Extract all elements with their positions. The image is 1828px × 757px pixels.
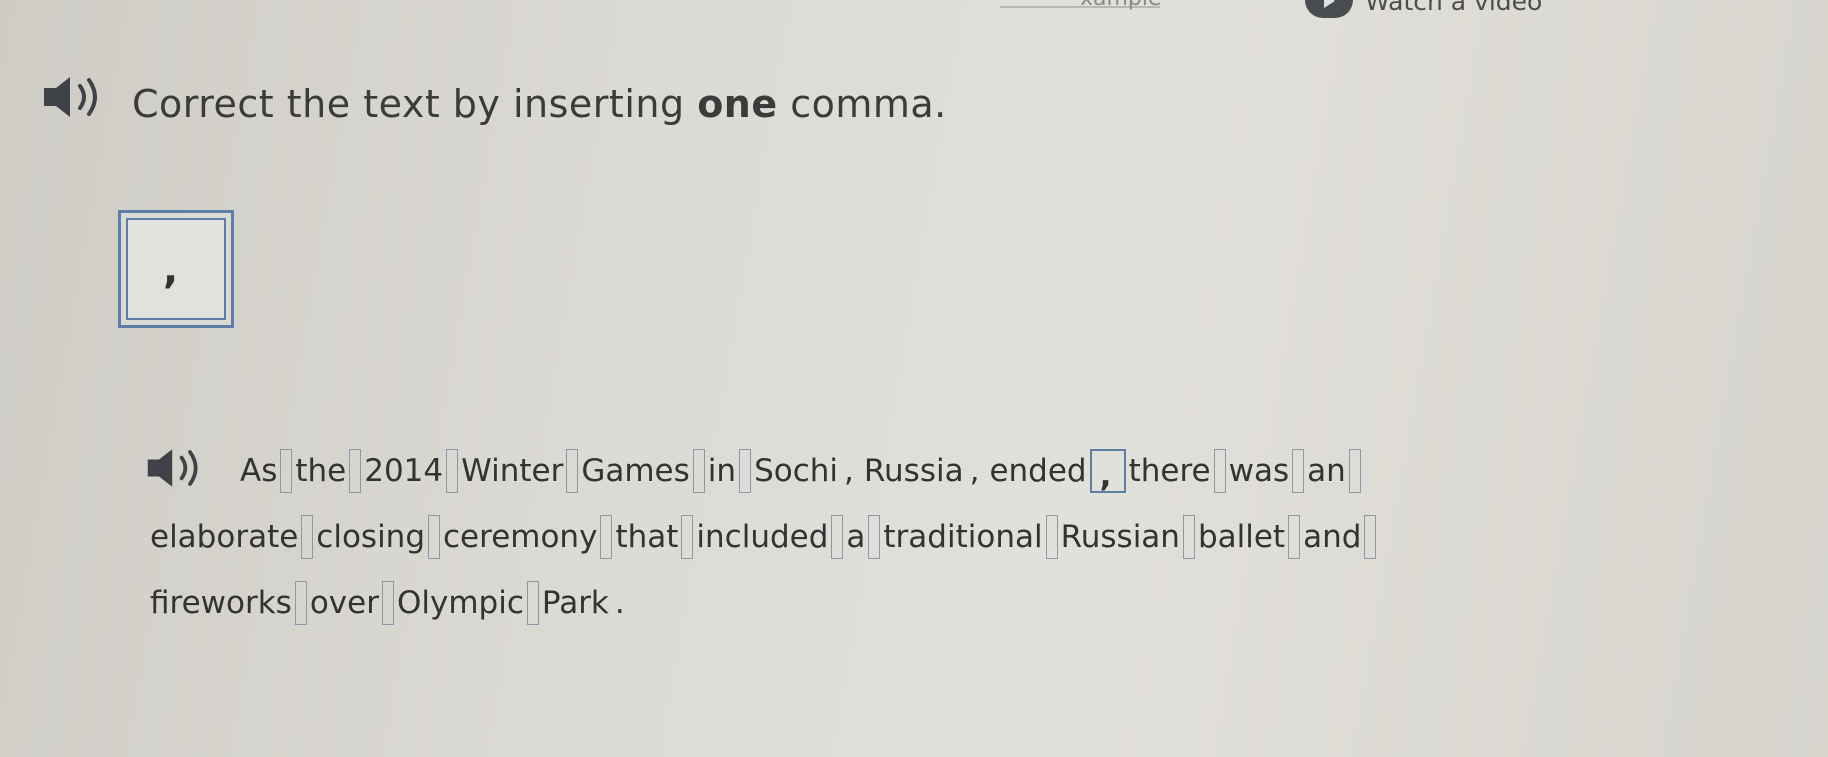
- comma-slot-filled[interactable]: ,: [1089, 449, 1126, 494]
- instruction-after: comma.: [790, 82, 947, 126]
- comma-slot[interactable]: [301, 515, 314, 559]
- comma-slot[interactable]: [692, 449, 705, 493]
- passage-word: closing: [316, 519, 426, 555]
- example-link[interactable]: xample: [1080, 0, 1162, 11]
- instruction-audio-button[interactable]: [40, 74, 106, 124]
- passage-word: elaborate: [150, 519, 299, 555]
- comma-slot[interactable]: [681, 515, 694, 559]
- passage-word: As: [240, 453, 278, 489]
- passage-word: Olympic: [396, 585, 524, 621]
- passage-punctuation: ,: [969, 453, 980, 489]
- passage-word: traditional: [883, 519, 1043, 555]
- passage-word: a: [846, 519, 866, 555]
- passage-word: 2014: [364, 453, 444, 489]
- passage-word: Winter: [461, 453, 564, 489]
- passage-word: included: [696, 519, 829, 555]
- comma-slot[interactable]: [1288, 515, 1301, 559]
- passage-word: was: [1228, 453, 1290, 489]
- comma-slot[interactable]: [831, 515, 844, 559]
- comma-slot[interactable]: [1213, 449, 1226, 493]
- passage-word: Russia: [863, 453, 964, 489]
- comma-slot[interactable]: [1292, 449, 1305, 493]
- watch-video-button[interactable]: Watch a video: [1305, 0, 1542, 18]
- passage-word: over: [309, 585, 379, 621]
- passage-word: fireworks: [150, 585, 292, 621]
- passage-word: the: [295, 453, 347, 489]
- passage-punctuation: .: [614, 585, 625, 621]
- passage-word: Games: [581, 453, 690, 489]
- comma-tile[interactable]: ,: [118, 210, 234, 328]
- top-bar: xample Watch a video: [0, 0, 1828, 30]
- instruction-text: Correct the text by inserting one comma.: [132, 82, 947, 126]
- comma-slot[interactable]: [428, 515, 441, 559]
- passage-word: ceremony: [443, 519, 598, 555]
- passage-word: Russian: [1060, 519, 1180, 555]
- comma-slot[interactable]: [526, 581, 539, 625]
- comma-slot[interactable]: [1045, 515, 1058, 559]
- passage-line: elaborate closing ceremony that included a tra…: [150, 504, 1770, 570]
- instruction-emphasis: one: [697, 82, 778, 126]
- passage-line: As the 2014 Winter Games in Sochi, Russia, ended…: [150, 438, 1770, 504]
- comma-slot[interactable]: [446, 449, 459, 493]
- passage-word: Park: [541, 585, 609, 621]
- passage-word: that: [615, 519, 679, 555]
- instruction-before: Correct the text by inserting: [132, 82, 685, 126]
- comma-slot[interactable]: [349, 449, 362, 493]
- comma-slot[interactable]: [294, 581, 307, 625]
- comma-glyph: ,: [163, 247, 179, 293]
- passage-word: Sochi: [754, 453, 839, 489]
- passage-word: an: [1307, 453, 1346, 489]
- comma-slot[interactable]: [1364, 515, 1377, 559]
- comma-slot[interactable]: [1182, 515, 1195, 559]
- passage-word: ballet: [1197, 519, 1286, 555]
- passage-punctuation: ,: [844, 453, 854, 489]
- play-icon: [1305, 0, 1353, 18]
- passage-word: ended: [989, 453, 1087, 489]
- passage: As the 2014 Winter Games in Sochi, Russia, ended…: [150, 438, 1770, 636]
- passage-word: in: [707, 453, 737, 489]
- comma-slot[interactable]: [600, 515, 613, 559]
- comma-slot[interactable]: [566, 449, 579, 493]
- comma-slot[interactable]: [381, 581, 394, 625]
- comma-slot[interactable]: [868, 515, 881, 559]
- passage-line: fireworks over Olympic Park.: [150, 570, 1770, 636]
- comma-slot[interactable]: [739, 449, 752, 493]
- passage-word: there: [1128, 453, 1211, 489]
- comma-slot[interactable]: [280, 449, 293, 493]
- comma-slot[interactable]: [1348, 449, 1361, 493]
- passage-word: and: [1303, 519, 1362, 555]
- watch-video-label: Watch a video: [1365, 0, 1543, 16]
- speaker-icon: [44, 77, 97, 117]
